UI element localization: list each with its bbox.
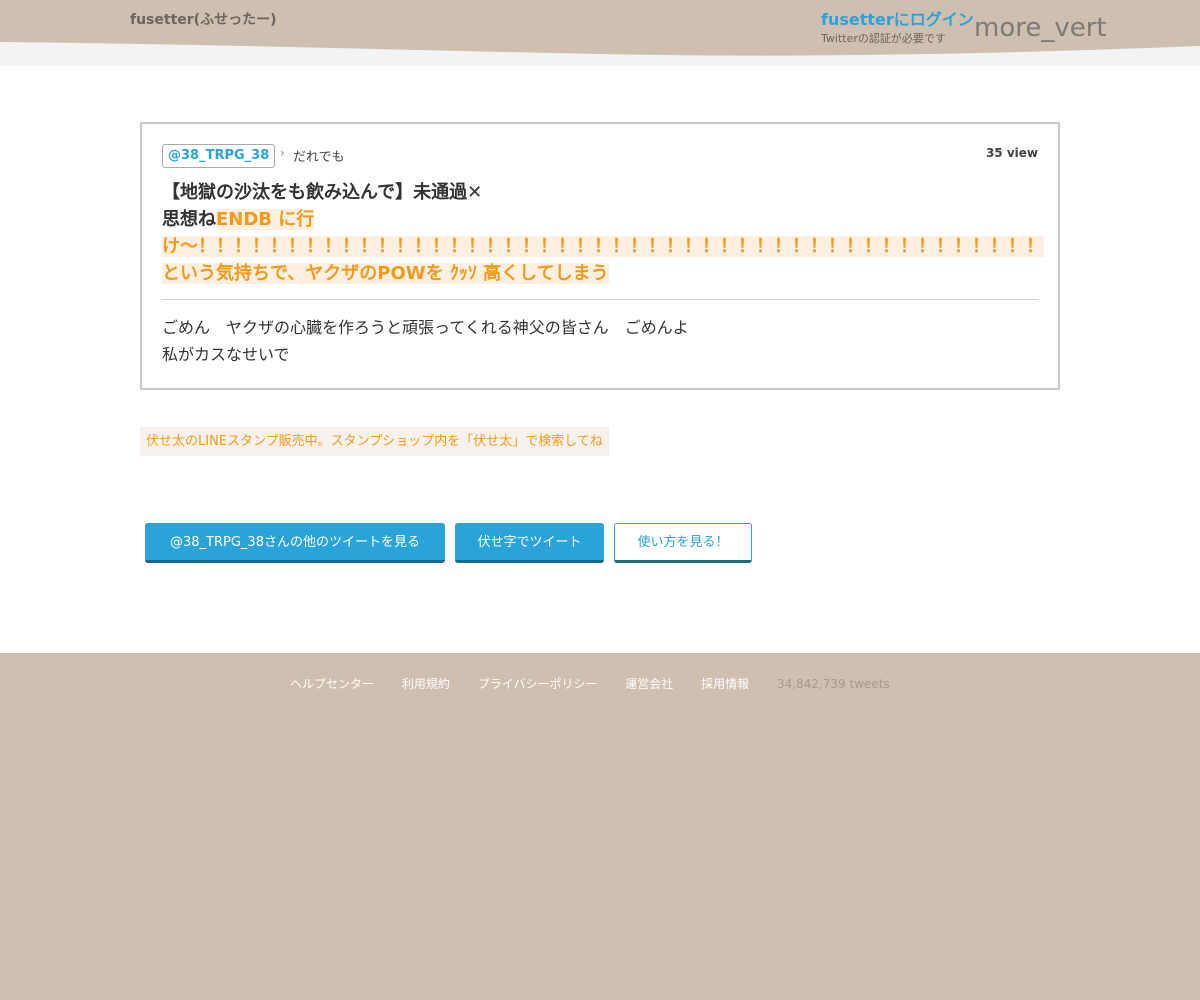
tweet-fuse-button[interactable]: 伏せ字でツイート bbox=[455, 523, 604, 563]
user-handle-chip[interactable]: @38_TRPG_38 bbox=[162, 144, 276, 168]
main-content: @38_TRPG_38 › だれでも 35 view 【地獄の沙汰をも飲み込んで… bbox=[0, 66, 1200, 653]
divider bbox=[162, 299, 1038, 300]
brand-logo[interactable]: fusetter(ふせったー) bbox=[130, 9, 276, 29]
header: fusetter(ふせったー) fusetterにログイン Twitterの認証… bbox=[0, 0, 1200, 66]
footer-link-careers[interactable]: 採用情報 bbox=[701, 677, 749, 691]
footer-link-help[interactable]: ヘルプセンター bbox=[290, 677, 374, 691]
tweet-body-line-1: ごめん ヤクザの心臓を作ろうと頑張ってくれる神父の皆さん ごめんよ bbox=[162, 318, 689, 337]
how-to-button[interactable]: 使い方を見る！ bbox=[614, 523, 752, 563]
tweet-title-plain: 思想ね bbox=[162, 209, 216, 230]
tweet-count: 34,842,739 tweets bbox=[776, 677, 890, 691]
view-count: 35 view bbox=[985, 146, 1038, 160]
line-sticker-promo[interactable]: 伏せ太のLINEスタンプ販売中。スタンプショップ内を「伏せ太」で検索してね bbox=[140, 427, 609, 456]
login-note: Twitterの認証が必要です bbox=[821, 32, 946, 45]
footer-link-privacy[interactable]: プライバシーポリシー bbox=[478, 677, 598, 691]
tweet-body: ごめん ヤクザの心臓を作ろうと頑張ってくれる神父の皆さん ごめんよ 私がカスなせ… bbox=[162, 314, 1038, 368]
tweet-title-line-1: 【地獄の沙汰をも飲み込んで】未通過✕ bbox=[162, 182, 483, 203]
tweet-body-line-2: 私がカスなせいで bbox=[162, 345, 290, 364]
footer-link-terms[interactable]: 利用規約 bbox=[402, 677, 450, 691]
tweet-title-line-2: 思想ねENDB に行け〜！！！！！！！！！！！！！！！！！！！！！！！！！！！！… bbox=[162, 206, 1044, 287]
tweet-title-highlight: ENDB に行け〜！！！！！！！！！！！！！！！！！！！！！！！！！！！！！！！… bbox=[162, 209, 1044, 284]
footer: ヘルプセンター 利用規約 プライバシーポリシー 運営会社 採用情報 34,842… bbox=[0, 653, 1200, 1000]
footer-link-company[interactable]: 運営会社 bbox=[625, 677, 673, 691]
tweet-title: 【地獄の沙汰をも飲み込んで】未通過✕ 思想ねENDB に行け〜！！！！！！！！！… bbox=[162, 179, 1044, 287]
tweet-card: @38_TRPG_38 › だれでも 35 view 【地獄の沙汰をも飲み込んで… bbox=[140, 122, 1060, 390]
page: fusetter(ふせったー) fusetterにログイン Twitterの認証… bbox=[0, 0, 1200, 1000]
login-link[interactable]: fusetterにログイン bbox=[821, 10, 974, 30]
audience-label: だれでも bbox=[293, 150, 345, 165]
chevron-right-icon: › bbox=[280, 146, 285, 160]
footer-links: ヘルプセンター 利用規約 プライバシーポリシー 運営会社 採用情報 34,842… bbox=[290, 675, 890, 692]
other-tweets-button[interactable]: @38_TRPG_38さんの他のツイートを見る bbox=[145, 523, 445, 563]
more-vert-icon[interactable]: more_vert bbox=[974, 12, 1107, 44]
login-block: fusetterにログイン Twitterの認証が必要です bbox=[821, 10, 974, 46]
